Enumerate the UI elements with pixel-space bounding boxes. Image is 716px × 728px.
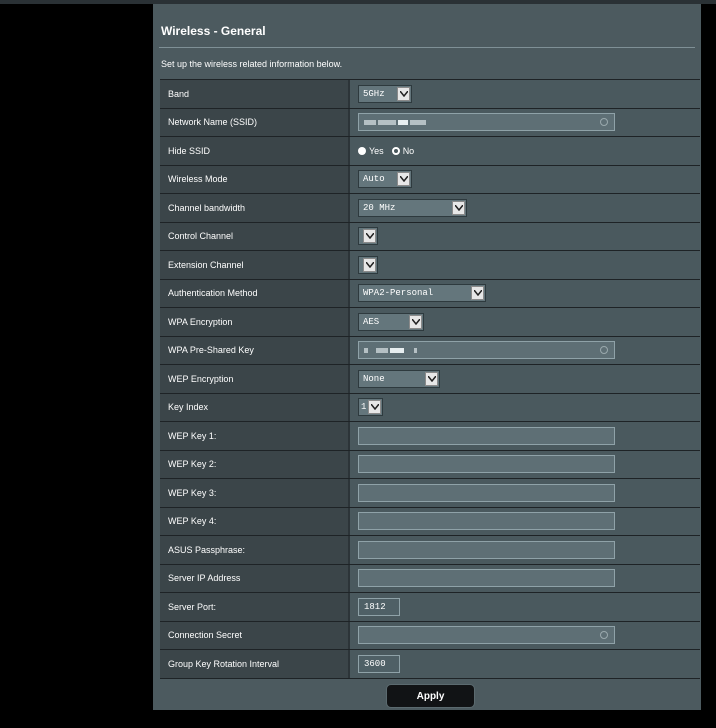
row-group-key-interval: Group Key Rotation Interval 3600 [160,650,700,679]
extension-channel-label: Extension Channel [160,251,350,279]
band-value: 5GHz [363,88,385,99]
connection-secret-label: Connection Secret [160,621,350,649]
row-control-channel: Control Channel [160,222,700,251]
settings-panel: Wireless - General Set up the wireless r… [153,4,701,710]
wpa-psk-input[interactable] [358,341,615,360]
channel-bandwidth-select[interactable]: 20 MHz [358,198,467,217]
hide-ssid-no-radio[interactable]: No [391,146,414,156]
control-channel-label: Control Channel [160,222,350,250]
wireless-mode-select[interactable]: Auto [358,170,412,189]
radio-selected-icon [358,146,366,155]
radio-unselected-icon [391,146,400,155]
settings-table: Band 5GHz Network Name (SSID) Hide SSID … [160,79,700,679]
hide-ssid-label: Hide SSID [160,137,350,165]
page-subtitle: Set up the wireless related information … [161,59,343,69]
wireless-mode-label: Wireless Mode [160,165,350,193]
clear-icon[interactable] [600,346,608,355]
chevron-down-icon [452,200,465,215]
chevron-down-icon [471,286,484,301]
wep-key3-label: WEP Key 3: [160,479,350,507]
server-ip-input[interactable] [358,569,615,588]
ssid-input[interactable] [358,113,615,132]
group-key-interval-input[interactable]: 3600 [358,654,400,673]
band-select[interactable]: 5GHz [358,84,412,103]
wep-key4-label: WEP Key 4: [160,507,350,535]
row-band: Band 5GHz [160,80,700,109]
row-wep-encryption: WEP Encryption None [160,365,700,394]
server-port-label: Server Port: [160,593,350,621]
page-title: Wireless - General [161,24,266,38]
row-channel-bandwidth: Channel bandwidth 20 MHz [160,194,700,223]
band-label: Band [160,80,350,108]
wep-key2-input[interactable] [358,455,615,474]
wep-key4-input[interactable] [358,512,615,531]
wpa-encryption-label: WPA Encryption [160,308,350,336]
ssid-label: Network Name (SSID) [160,108,350,136]
connection-secret-input[interactable] [358,626,615,645]
row-ssid: Network Name (SSID) [160,108,700,137]
auth-method-label: Authentication Method [160,279,350,307]
row-hide-ssid: Hide SSID Yes No [160,137,700,166]
chevron-down-icon [363,229,376,244]
chevron-down-icon [363,257,376,272]
asus-passphrase-input[interactable] [358,540,615,559]
chevron-down-icon [409,314,422,329]
chevron-down-icon [368,400,381,415]
clear-icon[interactable] [600,118,608,127]
row-wpa-psk: WPA Pre-Shared Key [160,336,700,365]
group-key-interval-label: Group Key Rotation Interval [160,650,350,678]
row-wireless-mode: Wireless Mode Auto [160,165,700,194]
chevron-down-icon [397,172,410,187]
hide-ssid-yes-radio[interactable]: Yes [358,146,384,156]
server-port-input[interactable]: 1812 [358,597,400,616]
control-channel-select[interactable] [358,227,378,246]
wep-encryption-select[interactable]: None [358,369,440,388]
server-ip-label: Server IP Address [160,564,350,592]
wpa-encryption-select[interactable]: AES [358,312,424,331]
row-asus-passphrase: ASUS Passphrase: [160,536,700,565]
wpa-psk-label: WPA Pre-Shared Key [160,336,350,364]
row-wep-key2: WEP Key 2: [160,450,700,479]
wep-key2-label: WEP Key 2: [160,450,350,478]
row-wpa-encryption: WPA Encryption AES [160,308,700,337]
wep-key1-input[interactable] [358,426,615,445]
row-wep-key1: WEP Key 1: [160,422,700,451]
chevron-down-icon [397,86,410,101]
row-key-index: Key Index 1 [160,393,700,422]
wep-encryption-label: WEP Encryption [160,365,350,393]
extension-channel-select[interactable] [358,255,378,274]
row-server-ip: Server IP Address [160,564,700,593]
wep-key3-input[interactable] [358,483,615,502]
wep-key1-label: WEP Key 1: [160,422,350,450]
row-server-port: Server Port: 1812 [160,593,700,622]
title-divider [159,47,695,48]
row-extension-channel: Extension Channel [160,251,700,280]
row-auth-method: Authentication Method WPA2-Personal [160,279,700,308]
chevron-down-icon [425,371,438,386]
clear-icon[interactable] [600,631,608,640]
auth-method-select[interactable]: WPA2-Personal [358,284,486,303]
row-connection-secret: Connection Secret [160,621,700,650]
channel-bandwidth-label: Channel bandwidth [160,194,350,222]
asus-passphrase-label: ASUS Passphrase: [160,536,350,564]
apply-button[interactable]: Apply [386,684,475,708]
key-index-label: Key Index [160,393,350,421]
key-index-select[interactable]: 1 [358,398,383,417]
row-wep-key4: WEP Key 4: [160,507,700,536]
row-wep-key3: WEP Key 3: [160,479,700,508]
